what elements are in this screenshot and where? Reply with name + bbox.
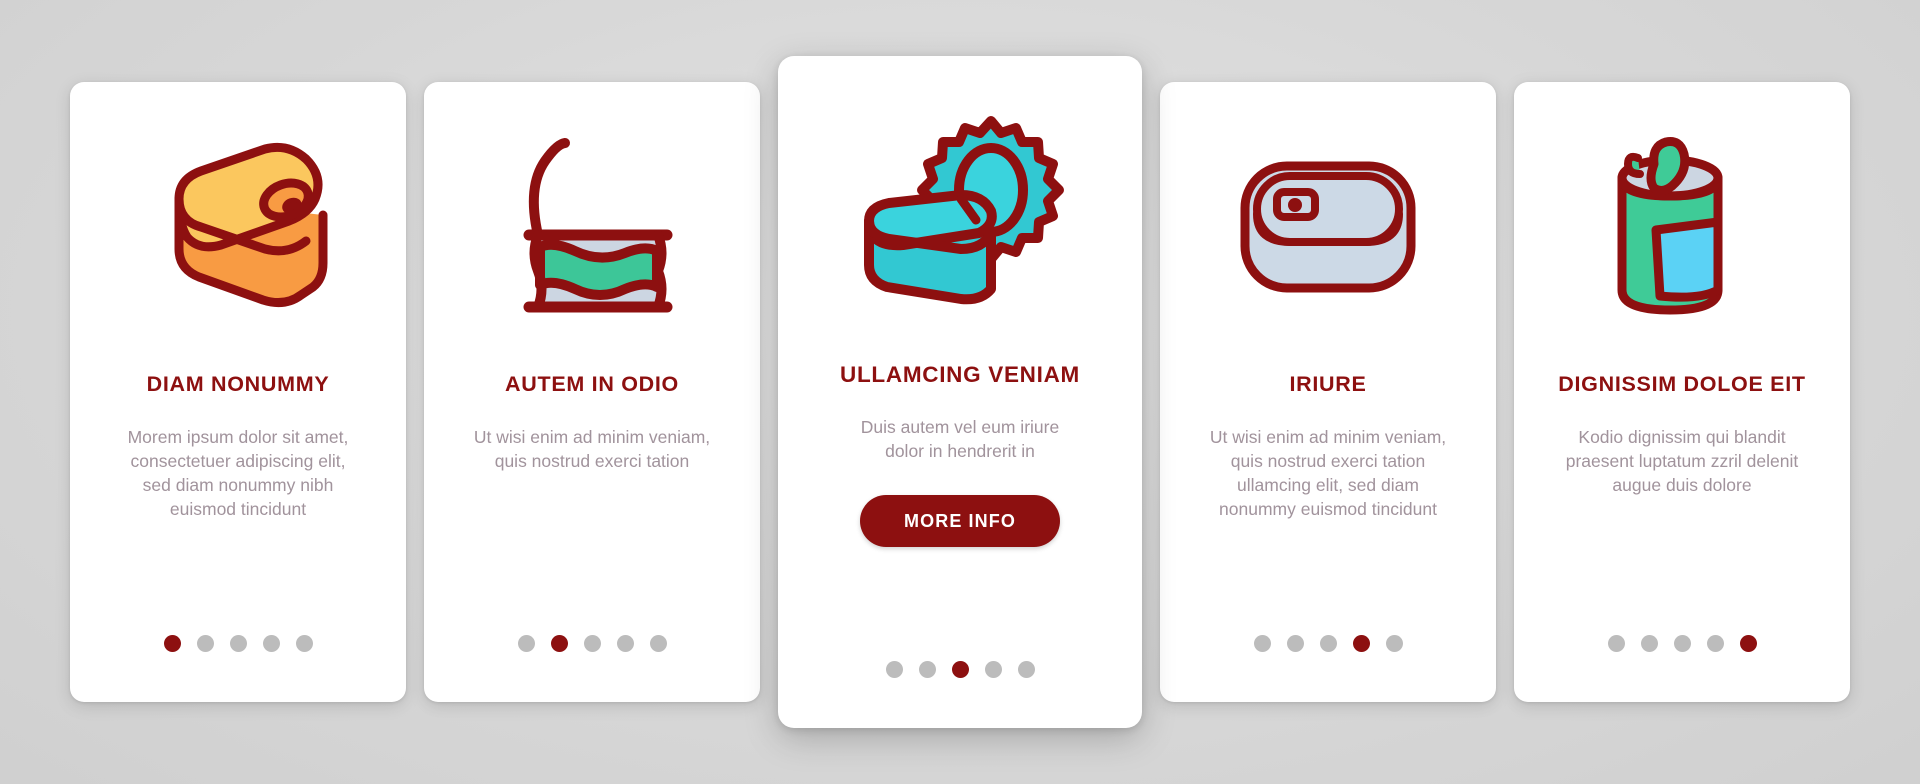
pagination-dot-1[interactable] bbox=[885, 661, 903, 678]
pagination-dots bbox=[1160, 635, 1496, 652]
card-title: ULLAMCING VENIAM bbox=[840, 362, 1080, 387]
pagination-dot-2[interactable] bbox=[1286, 635, 1304, 652]
pagination-dot-1[interactable] bbox=[1607, 635, 1625, 652]
pagination-dot-2[interactable] bbox=[196, 635, 214, 652]
pagination-dot-3[interactable] bbox=[229, 635, 247, 652]
pagination-dots bbox=[70, 635, 406, 652]
pagination-dot-3[interactable] bbox=[1673, 635, 1691, 652]
pagination-dots bbox=[778, 661, 1142, 678]
card-title: AUTEM IN ODIO bbox=[505, 372, 679, 396]
onboarding-card-5[interactable]: DIGNISSIM DOLOE EIT Kodio dignissim qui … bbox=[1514, 82, 1850, 702]
cards-row: DIAM NONUMMY Morem ipsum dolor sit amet,… bbox=[0, 0, 1920, 784]
pagination-dot-1[interactable] bbox=[163, 635, 181, 652]
more-info-button[interactable]: MORE INFO bbox=[860, 495, 1060, 548]
onboarding-card-2[interactable]: AUTEM IN ODIO Ut wisi enim ad minim veni… bbox=[424, 82, 760, 702]
pagination-dot-3[interactable] bbox=[583, 635, 601, 652]
onboarding-screens-stage: DIAM NONUMMY Morem ipsum dolor sit amet,… bbox=[0, 0, 1920, 784]
card-title: IRIURE bbox=[1289, 372, 1367, 396]
pagination-dot-5[interactable] bbox=[295, 635, 313, 652]
pagination-dot-1[interactable] bbox=[1253, 635, 1271, 652]
pagination-dots bbox=[1514, 635, 1850, 652]
card-body-text: Morem ipsum dolor sit amet, consectetuer… bbox=[127, 426, 349, 520]
pagination-dot-4[interactable] bbox=[984, 661, 1002, 678]
oval-tin-can-icon bbox=[70, 82, 406, 372]
sardine-tin-top-view-icon bbox=[1160, 82, 1496, 372]
pagination-dot-2[interactable] bbox=[918, 661, 936, 678]
card-body-text: Ut wisi enim ad minim veniam, quis nostr… bbox=[473, 426, 711, 471]
pagination-dot-4[interactable] bbox=[616, 635, 634, 652]
pagination-dot-2[interactable] bbox=[1640, 635, 1658, 652]
onboarding-card-4[interactable]: IRIURE Ut wisi enim ad minim veniam, qui… bbox=[1160, 82, 1496, 702]
card-body-text: Kodio dignissim qui blandit praesent lup… bbox=[1565, 426, 1799, 496]
pagination-dot-5[interactable] bbox=[1385, 635, 1403, 652]
card-title: DIAM NONUMMY bbox=[146, 372, 330, 396]
onboarding-card-1[interactable]: DIAM NONUMMY Morem ipsum dolor sit amet,… bbox=[70, 82, 406, 702]
open-tin-can-with-lid-icon bbox=[778, 56, 1142, 361]
pagination-dot-4[interactable] bbox=[262, 635, 280, 652]
pagination-dot-4[interactable] bbox=[1352, 635, 1370, 652]
pagination-dot-5[interactable] bbox=[649, 635, 667, 652]
pagination-dot-5[interactable] bbox=[1017, 661, 1035, 678]
pagination-dot-2[interactable] bbox=[550, 635, 568, 652]
onboarding-card-3[interactable]: ULLAMCING VENIAM Duis autem vel eum iriu… bbox=[778, 56, 1142, 728]
card-body-text: Ut wisi enim ad minim veniam, quis nostr… bbox=[1209, 426, 1447, 520]
pagination-dot-4[interactable] bbox=[1706, 635, 1724, 652]
pagination-dot-3[interactable] bbox=[951, 661, 969, 678]
pagination-dot-3[interactable] bbox=[1319, 635, 1337, 652]
pagination-dot-1[interactable] bbox=[517, 635, 535, 652]
opened-beverage-can-icon bbox=[1514, 82, 1850, 372]
card-body-text: Duis autem vel eum iriure dolor in hendr… bbox=[860, 417, 1060, 462]
pagination-dots bbox=[424, 635, 760, 652]
pagination-dot-5[interactable] bbox=[1739, 635, 1757, 652]
card-title: DIGNISSIM DOLOE EIT bbox=[1558, 372, 1806, 396]
sealed-food-pouch-icon bbox=[424, 82, 760, 372]
